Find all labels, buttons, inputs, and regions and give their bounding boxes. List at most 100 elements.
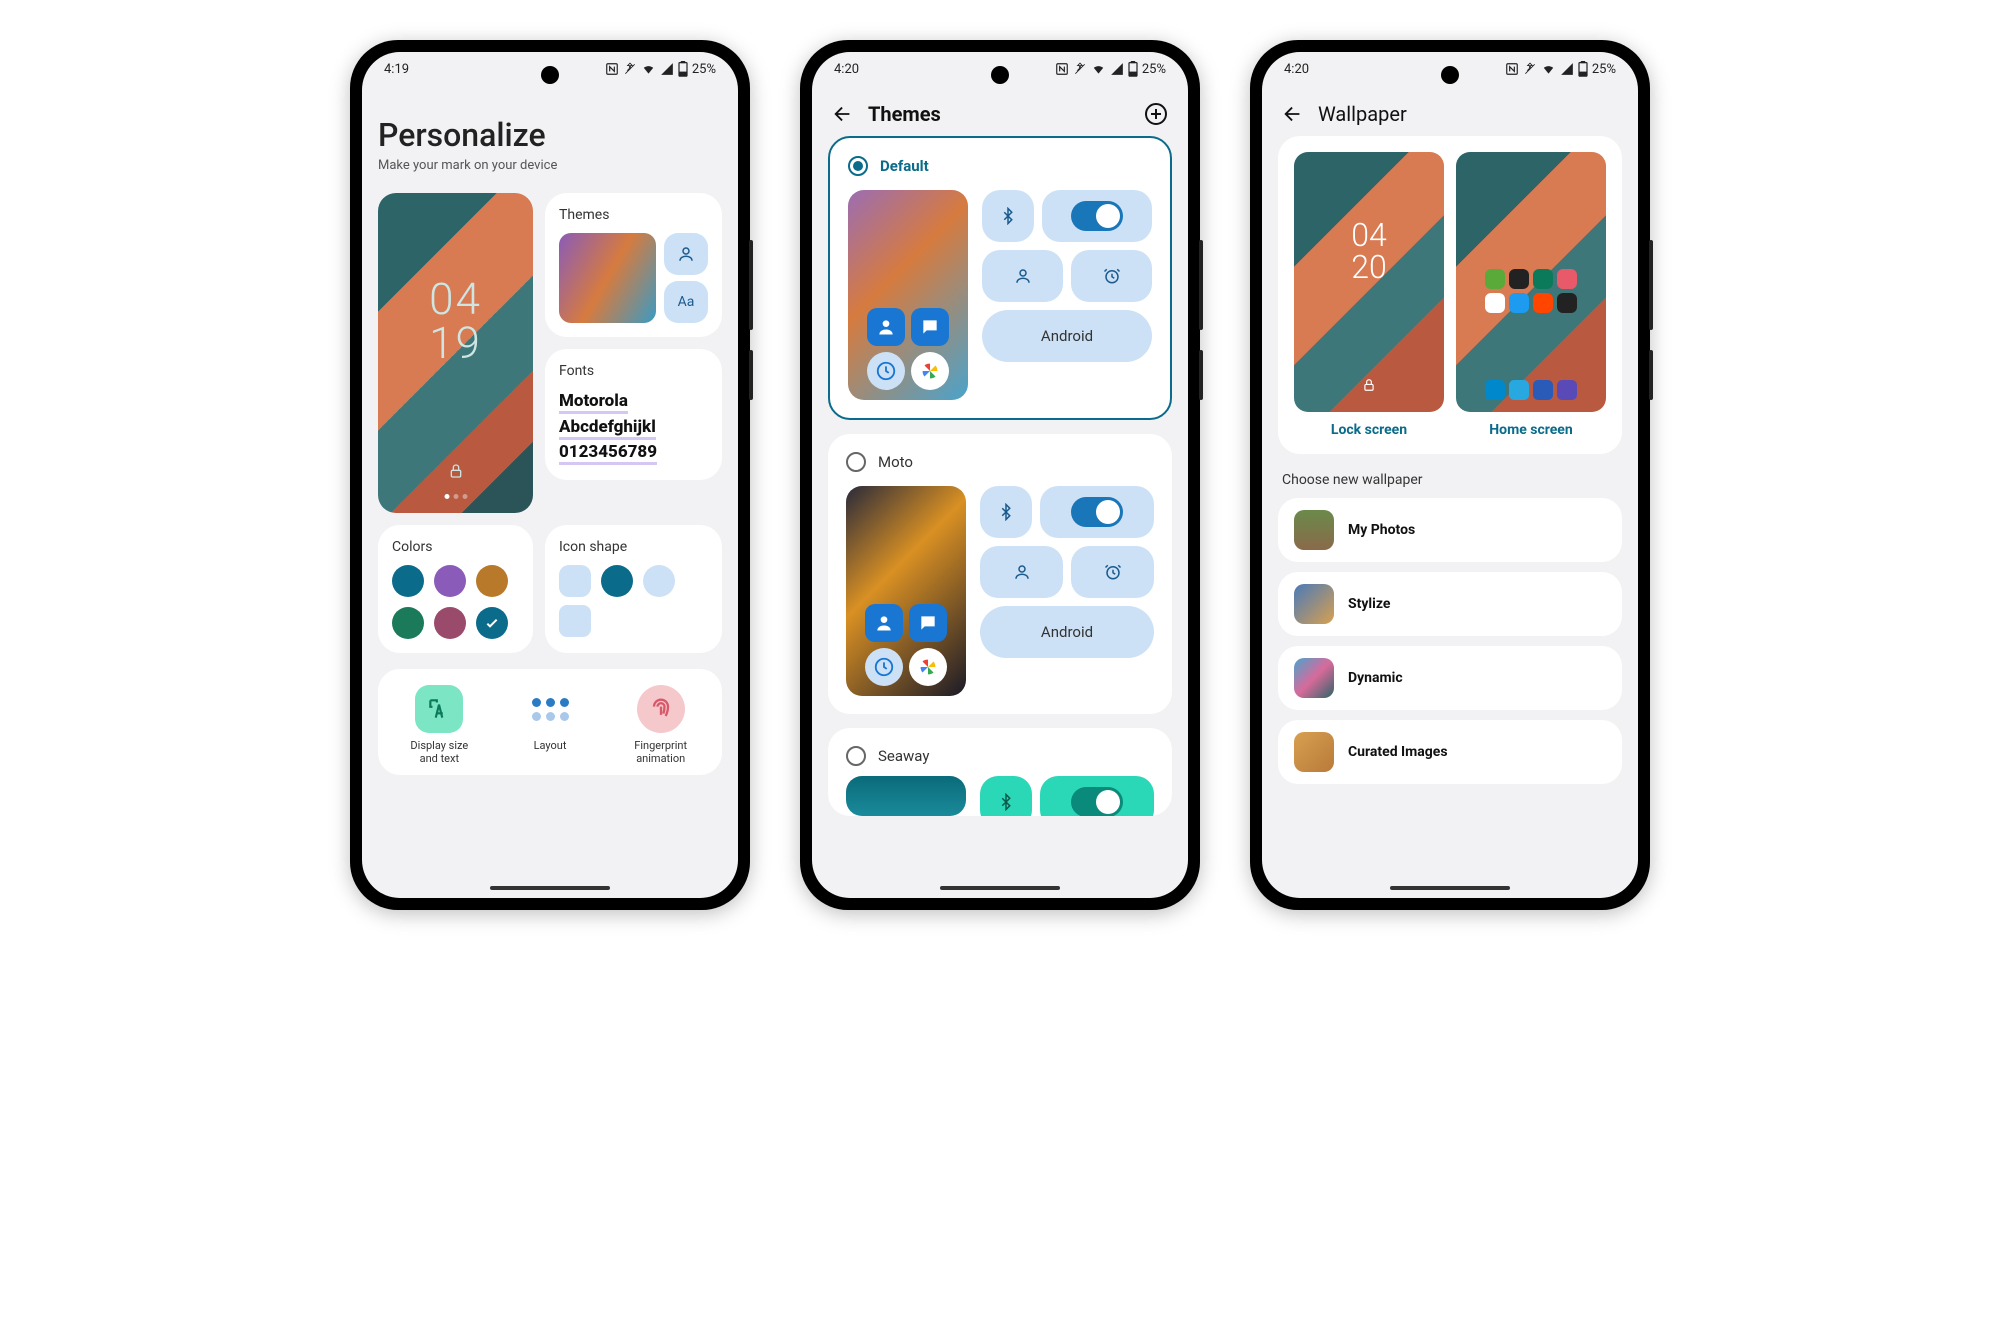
home-indicator[interactable]: [490, 886, 610, 890]
home-indicator[interactable]: [940, 886, 1060, 890]
color-swatch[interactable]: [434, 607, 466, 639]
wallpaper-source-stylize[interactable]: Stylize: [1278, 572, 1622, 636]
toggle-on: [1071, 787, 1123, 816]
shape-squircle[interactable]: [559, 565, 591, 597]
shape-circle[interactable]: [643, 565, 675, 597]
theme-wallpaper-preview: [846, 776, 966, 816]
wallpaper-source-my-photos[interactable]: My Photos: [1278, 498, 1622, 562]
color-swatch[interactable]: [476, 565, 508, 597]
dot-icon: [532, 698, 541, 707]
person-icon: [677, 245, 695, 263]
home-app-grid: [1485, 269, 1577, 313]
dot-icon: [560, 698, 569, 707]
lockscreen-preview: 0420: [1294, 152, 1444, 412]
status-time: 4:20: [1284, 62, 1309, 77]
fonts-card[interactable]: Fonts Motorola Abcdefghijkl 0123456789: [545, 349, 722, 480]
wallpaper-tabs-card: 0420 Lock screen: [1278, 136, 1622, 454]
contacts-app-icon: [865, 604, 903, 642]
signal-icon: [660, 62, 674, 76]
color-swatch[interactable]: [392, 565, 424, 597]
font-icon-pill: Aa: [664, 281, 708, 323]
shape-rounded[interactable]: [559, 605, 591, 637]
section-label: Choose new wallpaper: [1282, 472, 1618, 488]
photos-app-icon: [909, 648, 947, 686]
dot-icon: [532, 712, 541, 721]
radio-selected[interactable]: [848, 156, 868, 176]
phone-frame-2: 4:20 25% Themes Default: [800, 40, 1200, 910]
phone-frame-3: 4:20 25% Wallpaper 0420: [1250, 40, 1650, 910]
display-size-button[interactable]: Display size and text: [384, 685, 495, 765]
camera-punchhole: [1441, 66, 1459, 84]
radio-unselected[interactable]: [846, 746, 866, 766]
radio-unselected[interactable]: [846, 452, 866, 472]
battery-icon: [1128, 61, 1138, 77]
layout-label: Layout: [495, 739, 606, 752]
homescreen-tab[interactable]: Home screen: [1456, 152, 1606, 438]
colors-card[interactable]: Colors: [378, 525, 533, 653]
color-swatch-selected[interactable]: [476, 607, 508, 639]
lock-clock: 0420: [1351, 219, 1387, 283]
home-dock: [1485, 380, 1577, 400]
alarm-icon-pill: [1071, 250, 1152, 302]
status-icons: 25%: [1505, 61, 1616, 77]
theme-wallpaper-preview: [846, 486, 966, 696]
nfc-icon: [1505, 62, 1519, 76]
alarm-icon-pill: [1071, 546, 1154, 598]
phone-side-button: [1199, 240, 1203, 330]
theme-card-seaway[interactable]: Seaway: [828, 728, 1172, 816]
fingerprint-button[interactable]: Fingerprint animation: [605, 685, 716, 765]
android-pill: Android: [980, 606, 1154, 658]
bluetooth-icon-pill: [980, 486, 1032, 538]
clock-app-icon: [867, 352, 905, 390]
themes-card[interactable]: Themes Aa: [545, 193, 722, 337]
theme-card-default[interactable]: Default: [828, 136, 1172, 420]
check-icon: [484, 615, 500, 631]
wallpaper-source-dynamic[interactable]: Dynamic: [1278, 646, 1622, 710]
source-label: My Photos: [1348, 522, 1415, 538]
back-icon[interactable]: [1282, 103, 1304, 125]
wifi-icon: [1541, 62, 1556, 76]
layout-button[interactable]: Layout: [495, 685, 606, 765]
lock-icon: [448, 463, 464, 483]
messages-app-icon: [909, 604, 947, 642]
color-swatch[interactable]: [434, 565, 466, 597]
theme-name: Moto: [878, 453, 913, 471]
battery-percent: 25%: [1592, 62, 1616, 77]
color-swatch[interactable]: [392, 607, 424, 639]
wifi-icon: [641, 62, 656, 76]
source-thumb: [1294, 658, 1334, 698]
homescreen-preview: [1456, 152, 1606, 412]
colors-label: Colors: [392, 539, 519, 555]
text-size-icon: [426, 696, 452, 722]
status-icons: 25%: [1055, 61, 1166, 77]
lockscreen-tab[interactable]: 0420 Lock screen: [1294, 152, 1444, 438]
add-icon[interactable]: [1144, 102, 1168, 126]
bottom-shortcuts: Display size and text Layout: [378, 669, 722, 775]
source-thumb: [1294, 584, 1334, 624]
page-title: Wallpaper: [1318, 102, 1618, 126]
contacts-app-icon: [867, 308, 905, 346]
toggle-pill: [1040, 776, 1154, 816]
theme-card-moto[interactable]: Moto: [828, 434, 1172, 714]
vibrate-icon: [623, 62, 637, 76]
photos-app-icon: [911, 352, 949, 390]
back-icon[interactable]: [832, 103, 854, 125]
theme-wallpaper-preview: [848, 190, 968, 400]
theme-name: Seaway: [878, 747, 929, 765]
toggle-on: [1071, 497, 1123, 527]
camera-punchhole: [541, 66, 559, 84]
source-thumb: [1294, 510, 1334, 550]
lock-icon: [1362, 377, 1376, 396]
dot-icon: [546, 698, 555, 707]
source-label: Dynamic: [1348, 670, 1403, 686]
wallpaper-source-curated[interactable]: Curated Images: [1278, 720, 1622, 784]
phone-side-button-2: [749, 350, 753, 400]
wallpaper-preview[interactable]: 04 19: [378, 193, 533, 513]
clock-app-icon: [865, 648, 903, 686]
person-icon: [1014, 267, 1032, 285]
theme-thumbnail: [559, 233, 656, 323]
home-indicator[interactable]: [1390, 886, 1510, 890]
iconshape-card[interactable]: Icon shape: [545, 525, 722, 653]
fingerprint-icon: [647, 695, 675, 723]
shape-circle-selected[interactable]: [601, 565, 633, 597]
